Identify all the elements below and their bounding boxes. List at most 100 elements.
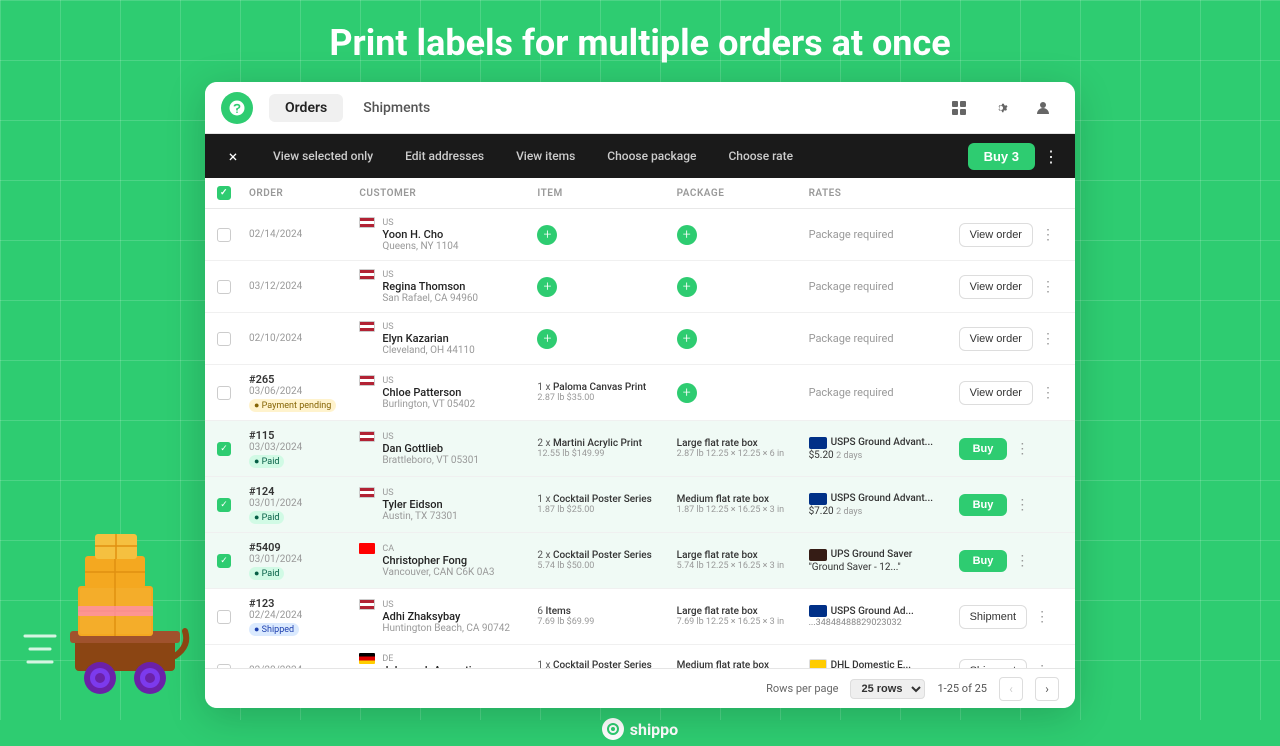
- row-checkbox-2[interactable]: [217, 332, 231, 346]
- row-checkbox-5[interactable]: [217, 498, 231, 512]
- grid-icon[interactable]: [943, 92, 975, 124]
- view-order-button[interactable]: View order: [959, 327, 1033, 351]
- col-item: ITEM: [529, 178, 668, 209]
- user-icon[interactable]: [1027, 92, 1059, 124]
- nav-icons: [943, 92, 1059, 124]
- buy-button[interactable]: Buy: [959, 438, 1008, 460]
- row-more-icon[interactable]: ⋮: [1031, 661, 1053, 669]
- package-cell: +: [669, 261, 801, 313]
- bulk-buy-button[interactable]: Buy 3: [968, 143, 1035, 170]
- row-checkbox-0[interactable]: [217, 228, 231, 242]
- view-order-button[interactable]: View order: [959, 223, 1033, 247]
- select-all-checkbox[interactable]: [217, 186, 231, 200]
- add-package-button[interactable]: +: [677, 225, 697, 245]
- add-package-button[interactable]: +: [677, 383, 697, 403]
- row-more-icon[interactable]: ⋮: [1037, 225, 1059, 245]
- rates-cell: DHL Domestic E......5568995904830300: [801, 645, 951, 669]
- bulk-action-choose-package[interactable]: Choose package: [591, 149, 712, 163]
- col-customer: CUSTOMER: [351, 178, 529, 209]
- table-footer: Rows per page 25 rows 50 rows 1-25 of 25…: [205, 668, 1075, 708]
- rates-cell: UPS Ground Saver"Ground Saver - 12...": [801, 533, 951, 589]
- bulk-action-choose-rate[interactable]: Choose rate: [712, 149, 809, 163]
- row-checkbox-1[interactable]: [217, 280, 231, 294]
- customer-cell: CA Christopher Fong Vancouver, CAN C6K 0…: [351, 533, 529, 589]
- customer-cell: DE Johannah Augustine Freistaat Bayern 9…: [351, 645, 529, 669]
- add-item-button[interactable]: +: [537, 277, 557, 297]
- table-row: #12403/01/2024● Paid US Tyler Eidson Aus…: [205, 477, 1075, 533]
- shippo-logo: [602, 718, 624, 740]
- customer-cell: US Tyler Eidson Austin, TX 73301: [351, 477, 529, 533]
- col-package: PACKAGE: [669, 178, 801, 209]
- customer-cell: US Yoon H. Cho Queens, NY 1104: [351, 209, 529, 261]
- action-cell: Shipment⋮: [951, 589, 1075, 645]
- package-cell: +: [669, 365, 801, 421]
- package-cell: Medium flat rate box 1.87 lb 12.25 × 16.…: [669, 645, 801, 669]
- page-info: 1-25 of 25: [937, 682, 987, 695]
- action-cell: View order⋮: [951, 365, 1075, 421]
- table-row: #11503/03/2024● Paid US Dan Gottlieb Bra…: [205, 421, 1075, 477]
- row-more-icon[interactable]: ⋮: [1037, 277, 1059, 297]
- rows-per-page-select[interactable]: 25 rows 50 rows: [850, 679, 925, 699]
- package-cell: +: [669, 313, 801, 365]
- row-more-icon[interactable]: ⋮: [1037, 329, 1059, 349]
- rates-cell: USPS Ground Advant...$5.20 2 days: [801, 421, 951, 477]
- row-more-icon[interactable]: ⋮: [1037, 383, 1059, 403]
- col-rates: RATES: [801, 178, 951, 209]
- table-row: #540903/01/2024● Paid CA Christopher Fon…: [205, 533, 1075, 589]
- shipment-button[interactable]: Shipment: [959, 659, 1027, 669]
- item-cell: +: [529, 261, 668, 313]
- buy-button[interactable]: Buy: [959, 494, 1008, 516]
- add-package-button[interactable]: +: [677, 277, 697, 297]
- order-cell: #11503/03/2024● Paid: [241, 421, 351, 477]
- customer-cell: US Elyn Kazarian Cleveland, OH 44110: [351, 313, 529, 365]
- view-order-button[interactable]: View order: [959, 275, 1033, 299]
- row-more-icon[interactable]: ⋮: [1011, 551, 1033, 571]
- view-order-button[interactable]: View order: [959, 381, 1033, 405]
- shipment-button[interactable]: Shipment: [959, 605, 1027, 629]
- prev-page-button[interactable]: ‹: [999, 677, 1023, 701]
- package-cell: Large flat rate box 7.69 lb 12.25 × 16.2…: [669, 589, 801, 645]
- rates-cell: Package required: [801, 313, 951, 365]
- nav-logo[interactable]: [221, 92, 253, 124]
- bulk-close-button[interactable]: ×: [221, 144, 245, 168]
- buy-button[interactable]: Buy: [959, 550, 1008, 572]
- add-item-button[interactable]: +: [537, 225, 557, 245]
- order-cell: 03/12/2024: [241, 261, 351, 313]
- app-window: Orders Shipments: [205, 82, 1075, 708]
- item-cell: 1 x Paloma Canvas Print 2.87 lb $35.00: [529, 365, 668, 421]
- order-cell: 02/20/2024: [241, 645, 351, 669]
- item-cell: 6 Items 7.69 lb $69.99: [529, 589, 668, 645]
- table-row: 02/14/2024 US Yoon H. Cho Queens, NY 110…: [205, 209, 1075, 261]
- table-row: #26503/06/2024● Payment pending US Chloe…: [205, 365, 1075, 421]
- add-package-button[interactable]: +: [677, 329, 697, 349]
- customer-cell: US Regina Thomson San Rafael, CA 94960: [351, 261, 529, 313]
- package-cell: Medium flat rate box 1.87 lb 12.25 × 16.…: [669, 477, 801, 533]
- tab-shipments[interactable]: Shipments: [347, 94, 446, 122]
- row-more-icon[interactable]: ⋮: [1031, 607, 1053, 627]
- bulk-action-view-selected[interactable]: View selected only: [257, 149, 389, 163]
- next-page-button[interactable]: ›: [1035, 677, 1059, 701]
- bulk-action-edit-addresses[interactable]: Edit addresses: [389, 149, 500, 163]
- package-cell: +: [669, 209, 801, 261]
- item-cell: +: [529, 313, 668, 365]
- bulk-more-icon[interactable]: ⋮: [1043, 147, 1059, 166]
- table-row: #12302/24/2024● Shipped US Adhi Zhaksyba…: [205, 589, 1075, 645]
- shippo-text: shippo: [630, 720, 678, 739]
- col-actions: [951, 178, 1075, 209]
- add-item-button[interactable]: +: [537, 329, 557, 349]
- row-more-icon[interactable]: ⋮: [1011, 439, 1033, 459]
- tab-orders[interactable]: Orders: [269, 94, 343, 122]
- row-checkbox-3[interactable]: [217, 386, 231, 400]
- bulk-action-view-items[interactable]: View items: [500, 149, 591, 163]
- customer-cell: US Chloe Patterson Burlington, VT 05402: [351, 365, 529, 421]
- row-more-icon[interactable]: ⋮: [1011, 495, 1033, 515]
- customer-cell: US Adhi Zhaksybay Huntington Beach, CA 9…: [351, 589, 529, 645]
- order-cell: #26503/06/2024● Payment pending: [241, 365, 351, 421]
- cart-illustration: [20, 516, 220, 700]
- item-cell: +: [529, 209, 668, 261]
- action-cell: View order⋮: [951, 209, 1075, 261]
- settings-icon[interactable]: [985, 92, 1017, 124]
- row-checkbox-4[interactable]: [217, 442, 231, 456]
- order-cell: #12403/01/2024● Paid: [241, 477, 351, 533]
- rates-cell: Package required: [801, 365, 951, 421]
